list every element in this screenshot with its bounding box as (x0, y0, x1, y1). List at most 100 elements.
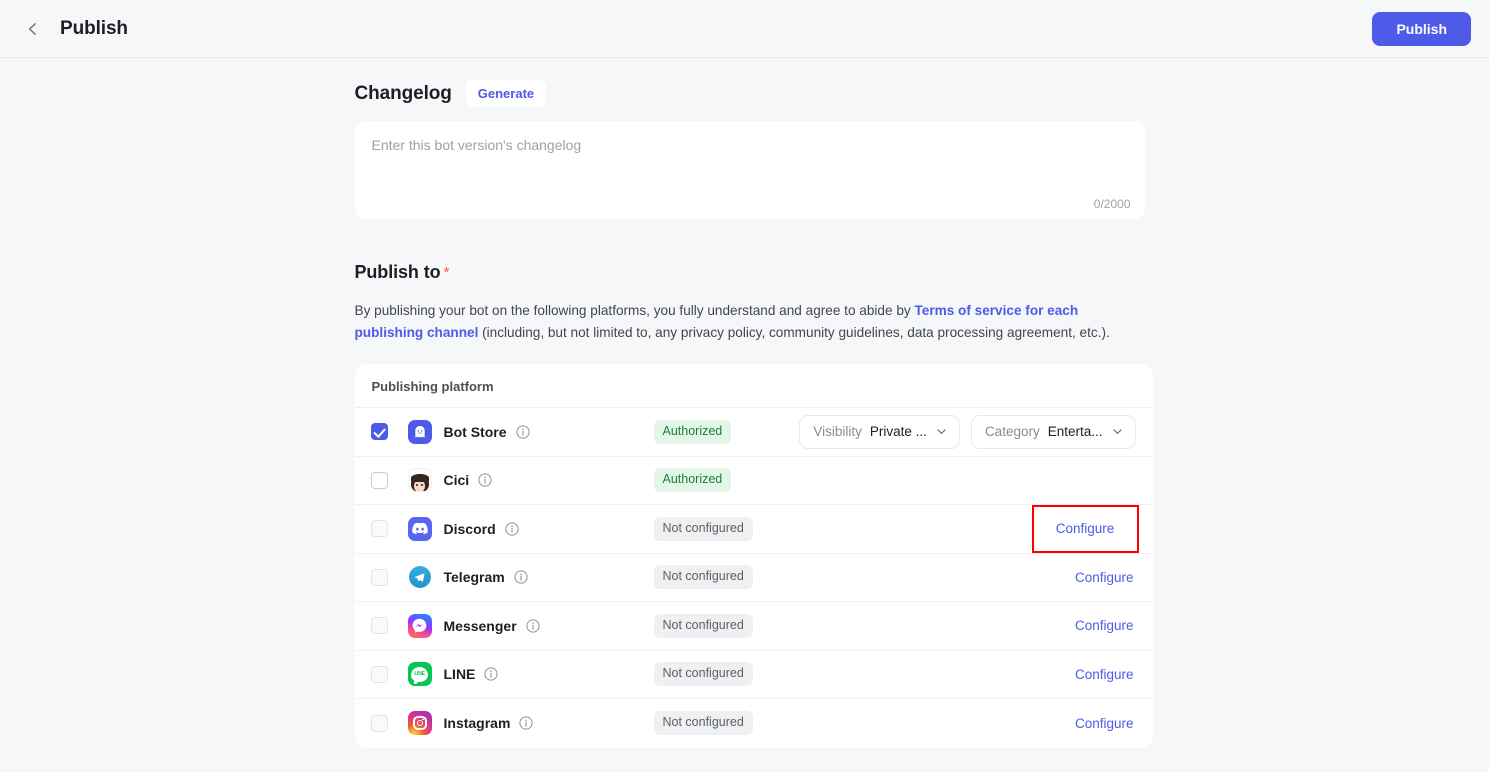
configure-link-telegram[interactable]: Configure (1073, 566, 1136, 589)
platform-status-cell: Not configured (653, 516, 791, 541)
platform-status-cell: Authorized (653, 419, 791, 444)
publishing-platform-card: Publishing platform Bot Store Authorized… (354, 364, 1153, 748)
table-row: Telegram Not configured Configure (354, 554, 1153, 602)
line-icon-bg: LINE (407, 662, 432, 687)
platform-name-label: Bot Store (443, 423, 507, 440)
visibility-select-label: Visibility (813, 424, 862, 440)
visibility-select[interactable]: Visibility Private ... (799, 414, 960, 449)
platform-checkbox-telegram[interactable] (370, 568, 388, 586)
top-bar: Publish Publish (0, 0, 1489, 58)
platform-name-cell: Messenger (388, 613, 654, 638)
platform-status-cell: Not configured (653, 565, 791, 590)
category-select[interactable]: Category Enterta... (970, 414, 1136, 449)
platform-checkbox-instagram[interactable] (370, 714, 388, 732)
changelog-textarea[interactable]: Enter this bot version's changelog 0/200… (354, 121, 1145, 219)
info-icon[interactable] (519, 716, 534, 730)
platform-checkbox-cici[interactable] (370, 471, 388, 489)
platform-name-cell: Instagram (388, 711, 654, 736)
discord-icon (407, 516, 432, 541)
publish-button[interactable]: Publish (1372, 11, 1471, 46)
main-content: Changelog Generate Enter this bot versio… (0, 58, 1489, 772)
terms-description: By publishing your bot on the following … (355, 300, 1145, 343)
info-circle-glyph (526, 619, 540, 633)
table-row: Discord Not configured Configure (354, 504, 1153, 554)
info-icon[interactable] (514, 570, 528, 584)
instagram-flash-dot (422, 718, 424, 721)
platform-checkbox-discord[interactable] (370, 520, 388, 538)
configure-link-line[interactable]: Configure (1073, 663, 1136, 686)
visibility-select-value: Private ... (869, 424, 927, 440)
platform-status-cell: Not configured (653, 662, 791, 687)
messenger-icon (407, 613, 432, 638)
terms-description-before: By publishing your bot on the following … (354, 303, 915, 318)
platform-name-cell: LINE LINE (388, 662, 654, 687)
table-row: Instagram Not configured Configure (355, 699, 1153, 748)
table-row: LINE LINE Not configured Configure (354, 651, 1153, 699)
status-badge: Authorized (653, 419, 732, 444)
bot-store-icon-bg (407, 419, 432, 444)
publish-to-label: Publish to (354, 262, 441, 282)
platform-name-cell: Cici (388, 468, 654, 493)
platform-status-cell: Not configured (653, 711, 791, 736)
content-column: Changelog Generate Enter this bot versio… (345, 58, 1153, 748)
page-title: Publish (60, 17, 128, 39)
cici-avatar-art (407, 468, 432, 493)
info-icon[interactable] (505, 522, 519, 536)
platform-status-cell: Authorized (653, 468, 791, 493)
chevron-down-icon (1111, 425, 1124, 438)
table-row: Bot Store Authorized Visibility Private … (354, 408, 1153, 457)
status-badge: Not configured (653, 662, 753, 687)
info-icon[interactable] (526, 619, 540, 633)
publish-to-title: Publish to * (355, 262, 1145, 283)
back-button[interactable] (18, 14, 48, 44)
chevron-down-icon (935, 425, 948, 438)
info-circle-glyph (484, 667, 498, 681)
info-circle-glyph (505, 522, 519, 536)
platform-name-label: LINE (443, 666, 476, 683)
platform-checkbox-line[interactable] (370, 665, 388, 683)
discord-glyph (411, 522, 428, 535)
configure-cell-highlighted: Configure (1031, 504, 1139, 553)
instagram-camera-glyph (412, 716, 427, 731)
bot-store-icon (407, 419, 432, 444)
line-wordmark: LINE (414, 671, 425, 678)
platform-name-label: Telegram (443, 569, 505, 586)
info-icon[interactable] (484, 667, 498, 681)
cici-eye-left (416, 484, 418, 487)
line-icon: LINE (407, 662, 432, 687)
status-badge: Not configured (653, 516, 753, 541)
telegram-icon-bg (407, 565, 432, 590)
info-circle-glyph (514, 570, 528, 584)
info-icon[interactable] (478, 473, 492, 487)
configure-cell: Configure (996, 554, 1136, 602)
changelog-placeholder: Enter this bot version's changelog (371, 137, 582, 153)
platform-name-label: Instagram (443, 715, 511, 732)
category-select-value: Enterta... (1047, 424, 1103, 440)
platform-checkbox-messenger[interactable] (370, 617, 388, 635)
table-row: Messenger Not configured Configure (354, 602, 1153, 651)
platform-table-header: Publishing platform (354, 364, 1153, 408)
platform-status-cell: Not configured (653, 613, 791, 638)
platform-name-cell: Discord (388, 516, 654, 541)
configure-cell: Configure (996, 651, 1136, 699)
info-circle-glyph (515, 425, 530, 439)
instagram-icon-bg (407, 711, 432, 736)
platform-name-label: Messenger (443, 617, 517, 634)
discord-icon-bg (407, 516, 432, 541)
telegram-circle (408, 566, 431, 589)
configure-cell: Configure (996, 699, 1136, 748)
configure-link-messenger[interactable]: Configure (1073, 614, 1136, 637)
info-icon[interactable] (515, 425, 530, 439)
changelog-char-count: 0/2000 (1093, 197, 1131, 211)
instagram-lens (416, 720, 423, 727)
table-row: Cici Authorized (354, 457, 1153, 505)
messenger-bolt-glyph (412, 618, 427, 634)
platform-checkbox-bot-store[interactable] (370, 423, 388, 441)
generate-changelog-button[interactable]: Generate (465, 80, 547, 107)
configure-link-discord[interactable]: Configure (1054, 517, 1117, 540)
required-asterisk: * (443, 264, 450, 281)
configure-link-instagram[interactable]: Configure (1073, 712, 1136, 735)
platform-name-label: Discord (443, 520, 496, 537)
changelog-title: Changelog (354, 82, 452, 104)
platform-name-cell: Telegram (388, 565, 654, 590)
